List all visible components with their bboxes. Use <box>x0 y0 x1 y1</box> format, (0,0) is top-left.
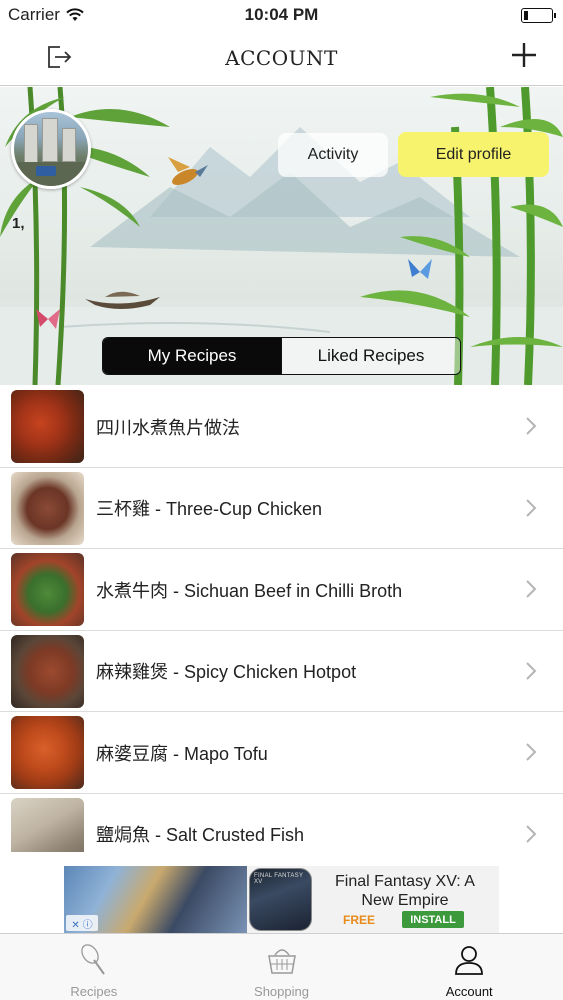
recipes-segmented-control: My Recipes Liked Recipes <box>102 337 461 375</box>
recipe-title: 四川水煮魚片做法 <box>96 417 240 438</box>
edit-profile-button[interactable]: Edit profile <box>398 132 549 177</box>
list-item[interactable]: 水煮牛肉 - Sichuan Beef in Chilli Broth <box>0 549 563 631</box>
butterfly-icon <box>408 259 432 279</box>
tab-account[interactable]: Account <box>375 934 563 1000</box>
list-item[interactable]: 鹽焗魚 - Salt Crusted Fish <box>0 794 563 852</box>
recipe-thumbnail <box>11 797 84 852</box>
list-item[interactable]: 麻婆豆腐 - Mapo Tofu <box>0 712 563 794</box>
recipe-list: 四川水煮魚片做法 三杯雞 - Three-Cup Chicken 水煮牛肉 - … <box>0 386 563 852</box>
ad-install-button[interactable]: INSTALL <box>402 911 464 928</box>
tab-label: Account <box>445 984 493 999</box>
chevron-right-icon <box>526 580 537 598</box>
segment-liked-recipes[interactable]: Liked Recipes <box>281 338 460 374</box>
boat-icon <box>85 291 160 309</box>
recipe-thumbnail <box>11 553 84 626</box>
chevron-right-icon <box>526 824 537 843</box>
chevron-right-icon <box>526 498 537 517</box>
segment-my-recipes[interactable]: My Recipes <box>103 338 281 374</box>
list-item[interactable]: 三杯雞 - Three-Cup Chicken <box>0 468 563 549</box>
status-bar: Carrier 10:04 PM <box>0 0 563 30</box>
navigation-bar: ACCOUNT <box>0 30 563 86</box>
recipe-title: 水煮牛肉 - Sichuan Beef in Chilli Broth <box>96 580 403 601</box>
user-name: 1, <box>12 215 25 232</box>
recipe-title: 鹽焗魚 - Salt Crusted Fish <box>96 825 305 845</box>
tab-bar: Recipes Shopping Account <box>0 933 563 1000</box>
tab-recipes[interactable]: Recipes <box>0 934 188 1000</box>
ad-app-icon: FINAL FANTASY XV <box>249 868 312 931</box>
chevron-right-icon <box>526 661 537 680</box>
person-icon <box>455 946 484 975</box>
list-item[interactable]: 四川水煮魚片做法 <box>0 386 563 468</box>
avatar[interactable] <box>11 109 91 189</box>
page-title: ACCOUNT <box>225 46 338 70</box>
recipe-title: 麻婆豆腐 - Mapo Tofu <box>96 743 268 764</box>
recipe-thumbnail <box>11 471 84 545</box>
chevron-right-icon <box>526 743 537 761</box>
status-time: 10:04 PM <box>244 5 319 24</box>
battery-icon <box>521 8 556 23</box>
recipe-title: 三杯雞 - Three-Cup Chicken <box>96 499 323 519</box>
tab-label: Shopping <box>254 984 309 999</box>
list-item[interactable]: 麻辣雞煲 - Spicy Chicken Hotpot <box>0 631 563 712</box>
ad-price: FREE <box>343 913 376 927</box>
recipe-thumbnail <box>11 390 84 463</box>
ad-icon-text: FINAL FANTASY XV <box>254 873 304 885</box>
activity-button[interactable]: Activity <box>278 133 388 177</box>
ad-banner[interactable]: ✕ ⓘ FINAL FANTASY XV Final Fantasy XV: A… <box>64 866 499 933</box>
chevron-right-icon <box>526 417 537 435</box>
profile-header: 1, Activity Edit profile My Recipes Like… <box>0 87 563 385</box>
tab-label: Recipes <box>70 984 118 999</box>
ad-title: Final Fantasy XV: A New Empire <box>335 873 475 909</box>
recipe-title: 麻辣雞煲 - Spicy Chicken Hotpot <box>96 662 357 682</box>
plus-icon[interactable] <box>509 40 539 70</box>
tab-shopping[interactable]: Shopping <box>188 934 376 1000</box>
recipe-thumbnail <box>11 634 84 708</box>
ad-image: ✕ ⓘ <box>64 866 247 933</box>
whisk-icon <box>81 944 105 975</box>
basket-icon <box>267 949 296 974</box>
ad-close-icon[interactable]: ✕ ⓘ <box>66 915 98 931</box>
recipe-thumbnail <box>11 716 84 789</box>
